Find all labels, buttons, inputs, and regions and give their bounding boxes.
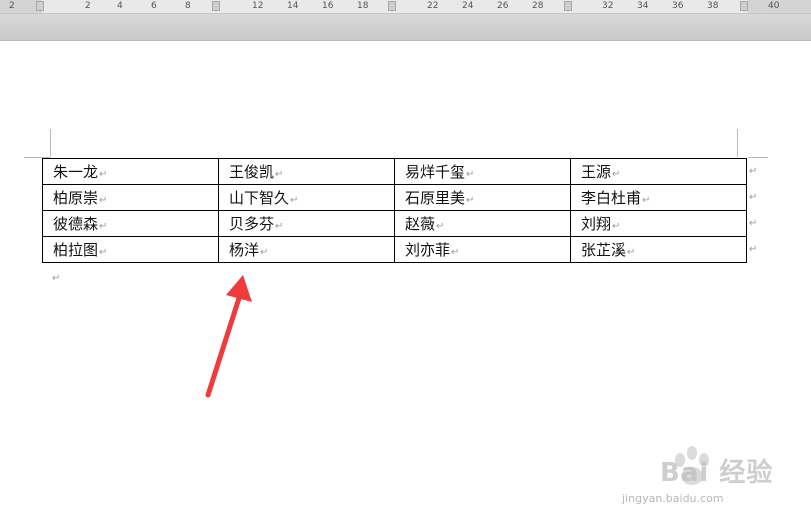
ruler-number: 14 <box>287 1 299 11</box>
table-cell[interactable]: 王俊凯↵ <box>218 158 395 185</box>
cell-text: 王俊凯 <box>229 163 275 181</box>
page-top-gray-band <box>0 14 811 41</box>
table-cell[interactable]: 李白杜甫↵ <box>570 184 747 211</box>
cell-text: 贝多芬 <box>229 215 275 233</box>
table-cell[interactable]: 杨洋↵ <box>218 236 395 263</box>
row-end-mark: ↵ <box>749 218 758 229</box>
cell-end-mark: ↵ <box>290 195 299 206</box>
ruler-number: 6 <box>151 1 157 11</box>
baidu-jingyan-watermark: Bai 经验 jingyan.baidu.com <box>612 442 802 517</box>
ruler-margin-right <box>748 0 811 13</box>
cell-end-mark: ↵ <box>99 247 108 258</box>
ruler-number: 38 <box>707 1 719 11</box>
ruler-number: 16 <box>322 1 334 11</box>
cell-end-mark: ↵ <box>99 195 108 206</box>
cell-text: 山下智久 <box>229 189 290 207</box>
row-end-mark: ↵ <box>749 244 758 255</box>
watermark-brand: Bai 经验 <box>660 458 774 488</box>
ruler-number: 12 <box>252 1 264 11</box>
cell-end-mark: ↵ <box>612 221 621 232</box>
cell-text: 刘翔 <box>581 215 612 233</box>
ruler-number: 18 <box>357 1 369 11</box>
table-cell[interactable]: 山下智久↵ <box>218 184 395 211</box>
cell-end-mark: ↵ <box>466 195 475 206</box>
table-cell[interactable]: 刘翔↵ <box>570 210 747 237</box>
ruler-number: 4 <box>117 1 123 11</box>
table-row: 朱一龙↵ 王俊凯↵ 易烊千玺↵ 王源↵ <box>42 158 747 185</box>
cell-end-mark: ↵ <box>627 247 636 258</box>
row-end-mark: ↵ <box>749 192 758 203</box>
table-row: 彼德森↵ 贝多芬↵ 赵薇↵ 刘翔↵ <box>42 210 747 237</box>
cell-text: 李白杜甫 <box>581 189 642 207</box>
cell-text: 张芷溪 <box>581 241 627 259</box>
ruler-number: 36 <box>672 1 684 11</box>
ruler-number: 26 <box>497 1 509 11</box>
ruler-column-marker[interactable] <box>212 1 220 11</box>
cell-text: 刘亦菲 <box>405 241 451 259</box>
table-cell[interactable]: 易烊千玺↵ <box>394 158 571 185</box>
table-cell[interactable]: 朱一龙↵ <box>42 158 219 185</box>
table-cell[interactable]: 王源↵ <box>570 158 747 185</box>
cell-end-mark: ↵ <box>642 195 651 206</box>
table-cell[interactable]: 张芷溪↵ <box>570 236 747 263</box>
cell-text: 石原里美 <box>405 189 466 207</box>
ruler-number: 28 <box>532 1 544 11</box>
table-cell[interactable]: 贝多芬↵ <box>218 210 395 237</box>
table-row: 柏拉图↵ 杨洋↵ 刘亦菲↵ 张芷溪↵ <box>42 236 747 263</box>
cell-text: 柏原崇 <box>53 189 99 207</box>
cell-end-mark: ↵ <box>260 247 269 258</box>
cell-end-mark: ↵ <box>612 169 621 180</box>
watermark-url: jingyan.baidu.com <box>622 492 724 505</box>
table-cell[interactable]: 刘亦菲↵ <box>394 236 571 263</box>
paragraph-mark: ↵ <box>52 273 61 284</box>
ruler-column-marker[interactable] <box>740 1 748 11</box>
cell-end-mark: ↵ <box>275 221 284 232</box>
horizontal-ruler[interactable]: 2 2 4 6 8 12 14 16 18 22 24 26 28 32 34 … <box>0 0 811 14</box>
ruler-number: 2 <box>85 1 91 11</box>
ruler-number: 32 <box>602 1 614 11</box>
table-cell[interactable]: 柏原崇↵ <box>42 184 219 211</box>
cell-text: 柏拉图 <box>53 241 99 259</box>
cell-text: 朱一龙 <box>53 163 99 181</box>
cell-end-mark: ↵ <box>451 247 460 258</box>
cell-text: 易烊千玺 <box>405 163 466 181</box>
cell-text: 杨洋 <box>229 241 260 259</box>
ruler-number: 22 <box>427 1 439 11</box>
cell-text: 彼德森 <box>53 215 99 233</box>
table-cell[interactable]: 赵薇↵ <box>394 210 571 237</box>
table-cell[interactable]: 彼德森↵ <box>42 210 219 237</box>
crop-mark <box>737 129 738 157</box>
ruler-column-marker[interactable] <box>36 1 44 11</box>
cell-end-mark: ↵ <box>99 221 108 232</box>
cell-end-mark: ↵ <box>275 169 284 180</box>
ruler-number: 8 <box>185 1 191 11</box>
table-row: 柏原崇↵ 山下智久↵ 石原里美↵ 李白杜甫↵ <box>42 184 747 211</box>
annotation-arrow-icon <box>205 275 252 398</box>
table-cell[interactable]: 柏拉图↵ <box>42 236 219 263</box>
crop-mark <box>748 157 768 158</box>
cell-text: 赵薇 <box>405 215 436 233</box>
ruler-number: 2 <box>9 1 15 11</box>
cell-end-mark: ↵ <box>99 169 108 180</box>
cell-end-mark: ↵ <box>466 169 475 180</box>
crop-mark <box>50 129 51 157</box>
ruler-number: 40 <box>768 1 780 11</box>
ruler-number: 24 <box>462 1 474 11</box>
row-end-mark: ↵ <box>749 166 758 177</box>
ruler-number: 34 <box>637 1 649 11</box>
names-table[interactable]: 朱一龙↵ 王俊凯↵ 易烊千玺↵ 王源↵ 柏原崇↵ 山下智久↵ 石原里美↵ 李白杜… <box>42 158 747 263</box>
cell-text: 王源 <box>581 163 612 181</box>
ruler-column-marker[interactable] <box>388 1 396 11</box>
ruler-column-marker[interactable] <box>564 1 572 11</box>
cell-end-mark: ↵ <box>436 221 445 232</box>
table-cell[interactable]: 石原里美↵ <box>394 184 571 211</box>
